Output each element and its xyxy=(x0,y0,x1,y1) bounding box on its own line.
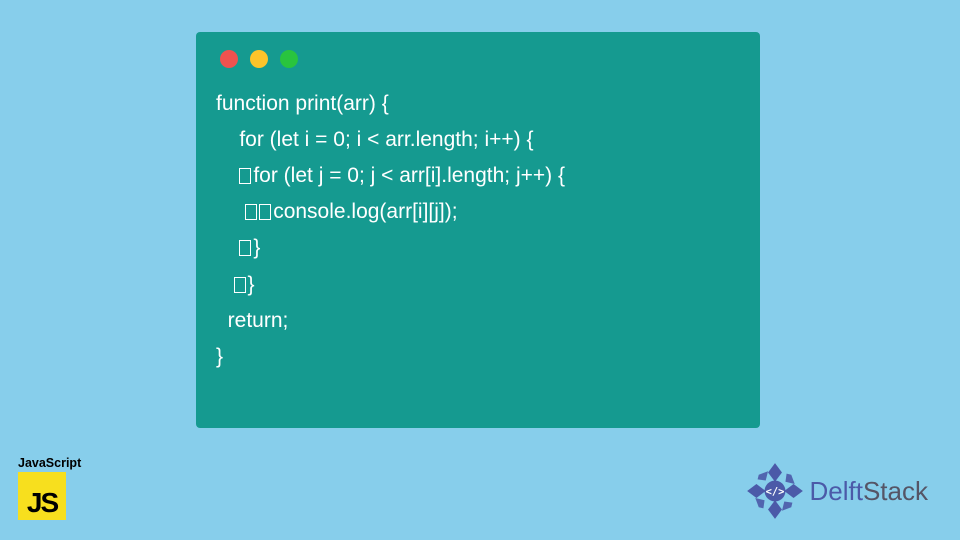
javascript-badge: JavaScript JS xyxy=(18,456,81,520)
code-line-prefix xyxy=(216,200,245,223)
js-logo-icon: JS xyxy=(18,472,66,520)
code-window: function print(arr) { for (let i = 0; i … xyxy=(196,32,760,428)
js-logo-text: JS xyxy=(27,487,57,519)
code-line: console.log(arr[i][j]); xyxy=(273,200,457,223)
code-line: } xyxy=(253,236,260,259)
code-line-prefix xyxy=(216,273,234,296)
box-glyph-icon xyxy=(245,204,257,220)
js-label: JavaScript xyxy=(18,456,81,470)
box-glyph-icon xyxy=(234,277,246,293)
maximize-icon xyxy=(280,50,298,68)
brand-first: Delft xyxy=(810,476,863,506)
minimize-icon xyxy=(250,50,268,68)
delftstack-brand: </> DelftStack xyxy=(746,462,929,520)
box-glyph-icon xyxy=(259,204,271,220)
code-line: function print(arr) { xyxy=(216,92,389,115)
code-line: } xyxy=(248,273,255,296)
code-line: for (let j = 0; j < arr[i].length; j++) … xyxy=(253,164,565,187)
code-line: for (let i = 0; i < arr.length; i++) { xyxy=(216,128,534,151)
svg-text:</>: </> xyxy=(765,486,784,498)
brand-rest: Stack xyxy=(863,476,928,506)
code-block: function print(arr) { for (let i = 0; i … xyxy=(216,86,740,375)
traffic-lights xyxy=(220,50,740,68)
close-icon xyxy=(220,50,238,68)
code-line: } xyxy=(216,345,223,368)
code-line: return; xyxy=(216,309,288,332)
code-line-prefix xyxy=(216,236,239,259)
delftstack-emblem-icon: </> xyxy=(746,462,804,520)
code-line-prefix xyxy=(216,164,239,187)
box-glyph-icon xyxy=(239,240,251,256)
box-glyph-icon xyxy=(239,168,251,184)
brand-text: DelftStack xyxy=(810,476,929,507)
